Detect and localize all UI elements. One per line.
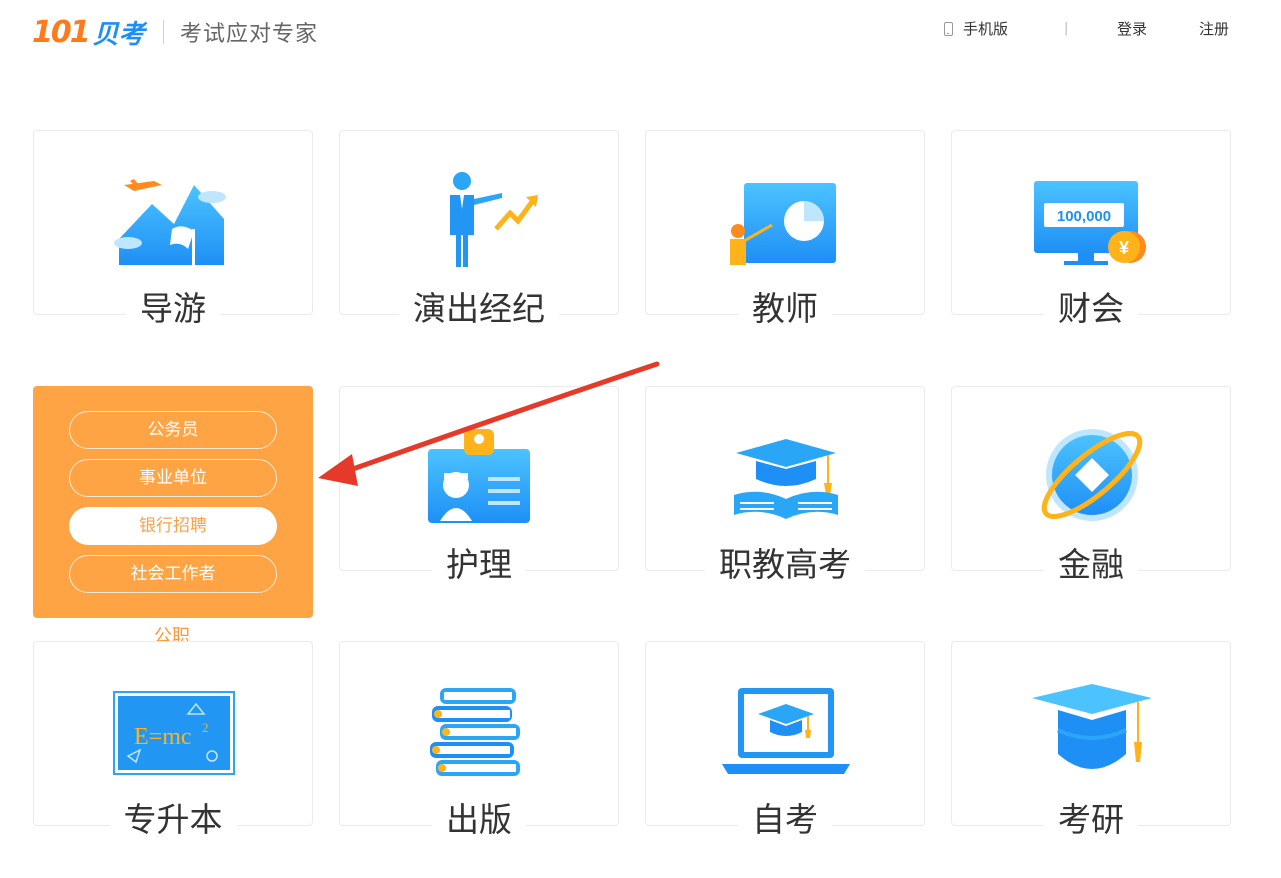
finance-amount: 100,000 — [1057, 208, 1111, 225]
category-label: 导游 — [126, 289, 220, 328]
book-stack-icon — [430, 688, 520, 776]
slogan: 考试应对专家 — [180, 22, 319, 47]
formula-exponent: 2 — [202, 720, 209, 735]
category-label: 专升本 — [109, 800, 237, 839]
category-label: 考研 — [1044, 800, 1138, 839]
register-link[interactable]: 注册 — [1199, 18, 1229, 39]
login-link[interactable]: 登录 — [1117, 18, 1147, 39]
teacher-board-icon — [730, 183, 836, 265]
category-card-postgraduate[interactable]: 考研 — [951, 641, 1231, 839]
sub-item-social-worker[interactable]: 社会工作者 — [69, 555, 277, 593]
category-label: 财会 — [1044, 289, 1138, 328]
mobile-version-label: 手机版 — [963, 20, 1009, 38]
category-card-civil-service[interactable]: 公务员 事业单位 银行招聘 社会工作者 — [33, 386, 313, 618]
category-label: 演出经纪 — [399, 289, 559, 328]
category-label: 金融 — [1044, 545, 1138, 584]
mountain-plane-icon — [114, 179, 226, 265]
graduation-cap-icon — [1032, 684, 1152, 769]
category-card-vocational-exam[interactable]: 职教高考 — [645, 386, 925, 584]
category-label: 自考 — [738, 800, 832, 839]
cap-book-icon — [734, 439, 838, 519]
header: 101 贝考 考试应对专家 手机版 | 登录 注册 — [0, 0, 1281, 64]
formula-text: E=mc — [134, 724, 192, 750]
category-card-upgrade-bachelor[interactable]: E=mc 2 专升本 — [33, 641, 313, 839]
logo-number: 101 — [32, 14, 91, 50]
yuan-symbol: ¥ — [1119, 238, 1129, 258]
formula-board-icon: E=mc 2 — [113, 691, 235, 775]
sub-item-bank-recruitment[interactable]: 银行招聘 — [69, 507, 277, 545]
sub-item-civil-servant[interactable]: 公务员 — [69, 411, 277, 449]
category-card-accounting[interactable]: 100,000 ¥ 财会 — [951, 130, 1231, 328]
category-label: 教师 — [738, 289, 832, 328]
category-label: 职教高考 — [705, 545, 865, 584]
logo-divider — [163, 20, 164, 44]
page: 101 贝考 考试应对专家 手机版 | 登录 注册 导游 演出经纪 教师 100… — [0, 0, 1281, 878]
finance-globe-icon — [1041, 429, 1143, 521]
category-card-self-study-exam[interactable]: 自考 — [645, 641, 925, 839]
phone-icon — [944, 21, 953, 36]
presenter-chart-icon — [450, 172, 538, 267]
sub-item-public-institution[interactable]: 事业单位 — [69, 459, 277, 497]
mobile-version-link[interactable]: 手机版 — [944, 18, 1008, 39]
monitor-money-icon: 100,000 ¥ — [1034, 181, 1146, 265]
logo-text: 贝考 — [92, 19, 145, 50]
nurse-badge-icon — [428, 429, 530, 523]
category-card-teacher[interactable]: 教师 — [645, 130, 925, 328]
category-card-finance[interactable]: 金融 — [951, 386, 1231, 584]
category-card-performance-agent[interactable]: 演出经纪 — [339, 130, 619, 328]
category-label: 护理 — [432, 545, 526, 584]
category-card-publishing[interactable]: 出版 — [339, 641, 619, 839]
logo[interactable]: 101 贝考 — [32, 12, 145, 52]
category-label: 出版 — [432, 800, 526, 839]
laptop-cap-icon — [722, 688, 850, 774]
nav-divider: | — [1064, 21, 1069, 36]
category-card-nursing[interactable]: 护理 — [339, 386, 619, 584]
category-card-tour-guide[interactable]: 导游 — [33, 130, 313, 328]
